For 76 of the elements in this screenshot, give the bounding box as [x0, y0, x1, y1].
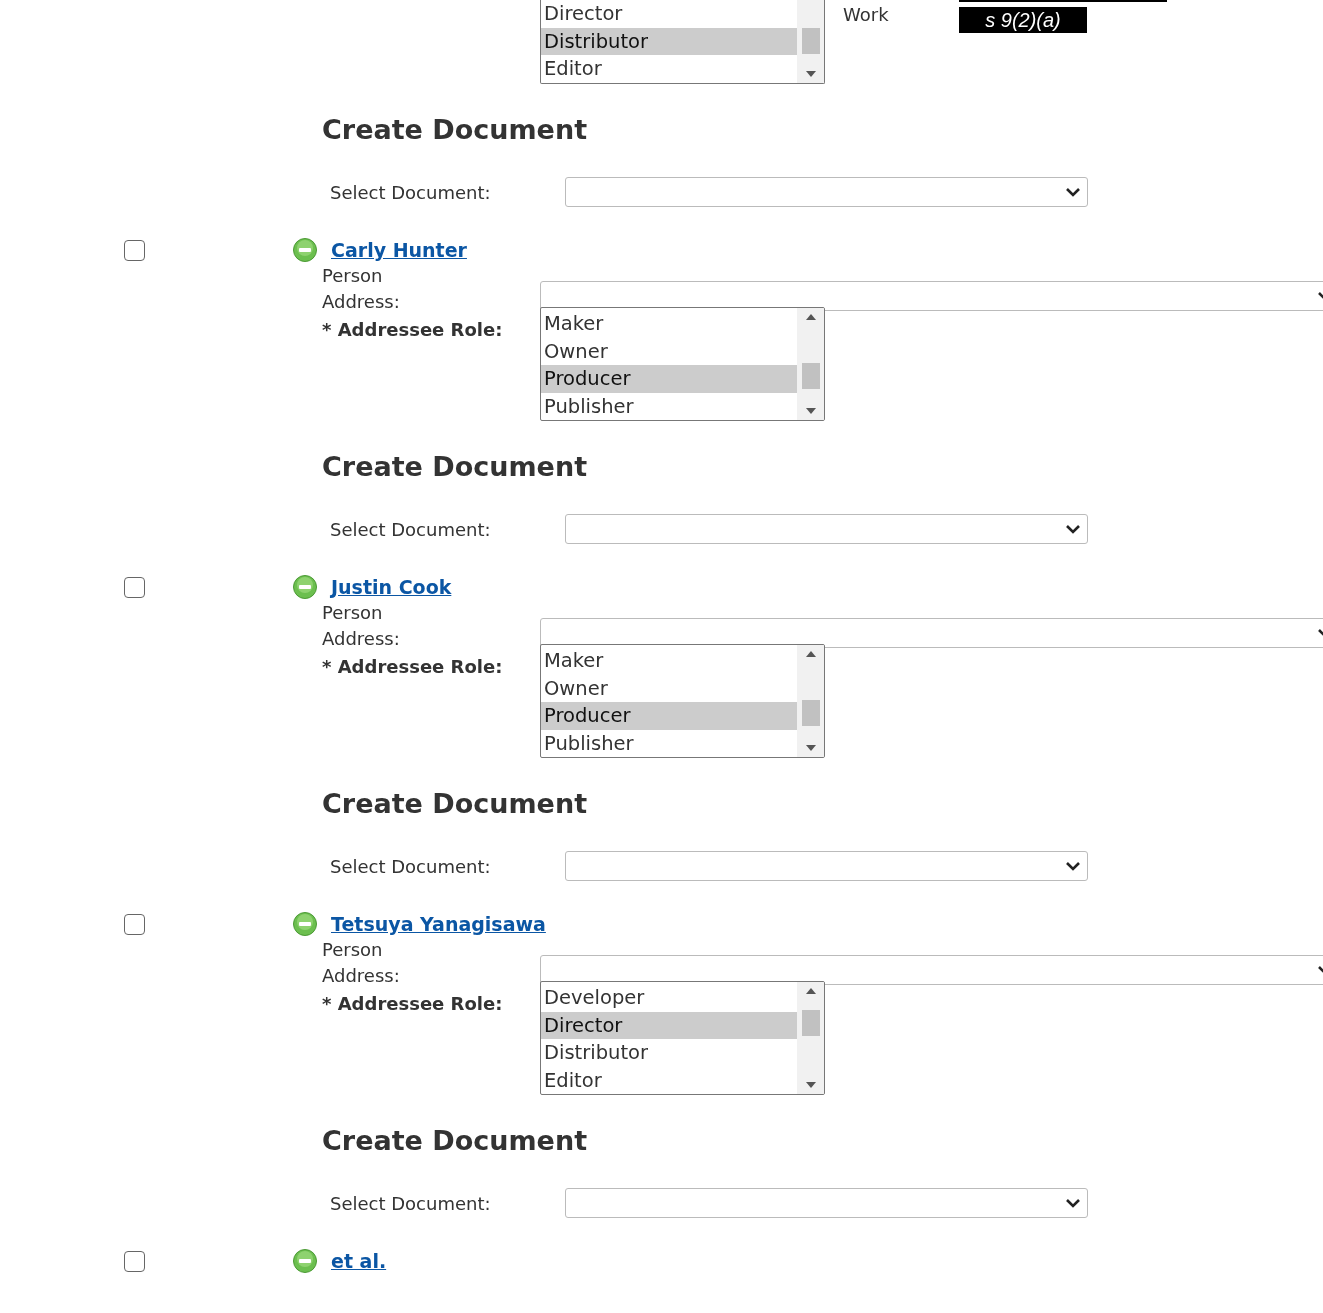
section-heading: Create Document — [322, 113, 589, 147]
checkbox[interactable] — [124, 1250, 145, 1272]
field-label: * Addressee Role: — [322, 992, 504, 1016]
role-listbox[interactable]: Developer Director Distributor Editor — [540, 981, 825, 1095]
scrollbar[interactable] — [797, 0, 824, 83]
scroll-down-icon — [804, 69, 817, 78]
scrollbar-thumb[interactable] — [802, 27, 820, 54]
scrollbar-thumb[interactable] — [802, 1009, 820, 1036]
dropdown-field[interactable] — [540, 955, 1323, 985]
addressee-link[interactable]: Tetsuya Yanagisawa — [331, 913, 546, 935]
scrollbar-thumb[interactable] — [802, 700, 820, 726]
chevron-down-icon — [1065, 186, 1081, 198]
chevron-down-icon — [1065, 860, 1081, 872]
addressee-link[interactable]: et al. — [331, 1250, 387, 1272]
dropdown-field[interactable] — [540, 618, 1323, 648]
section-heading: Create Document — [322, 787, 589, 821]
field-label: Select Document: — [330, 855, 492, 877]
field-label: * Addressee Role: — [322, 655, 504, 679]
addressee-link[interactable]: Carly Hunter — [331, 239, 467, 261]
addressee-type: Person — [322, 602, 383, 623]
scroll-down-icon — [804, 744, 817, 752]
listbox-option[interactable]: Owner — [541, 337, 797, 365]
listbox-option[interactable]: Maker — [541, 647, 797, 675]
remove-icon[interactable] — [293, 912, 317, 936]
scroll-up-icon — [804, 650, 817, 658]
listbox-option[interactable]: Distributor — [541, 27, 797, 55]
role-listbox[interactable]: Director Distributor Editor — [540, 0, 825, 84]
remove-icon[interactable] — [293, 238, 317, 262]
chevron-down-icon — [1065, 1197, 1081, 1209]
remove-icon[interactable] — [293, 1249, 317, 1273]
listbox-option[interactable]: Distributor — [541, 1039, 797, 1067]
scroll-down-icon — [804, 1081, 817, 1089]
role-listbox[interactable]: Maker Owner Producer Publisher — [540, 644, 825, 758]
listbox-option[interactable]: Publisher — [541, 729, 797, 757]
scrollbar[interactable] — [797, 982, 824, 1094]
listbox-option[interactable]: Director — [541, 1011, 797, 1039]
checkbox[interactable] — [124, 576, 145, 598]
addressee-link[interactable]: Justin Cook — [331, 576, 452, 598]
listbox-option[interactable]: Publisher — [541, 392, 797, 420]
checkbox[interactable] — [124, 913, 145, 935]
dropdown-field[interactable] — [565, 851, 1088, 881]
scroll-down-icon — [804, 407, 817, 415]
listbox-option[interactable]: Director — [541, 0, 797, 28]
listbox-option[interactable]: Developer — [541, 984, 797, 1012]
listbox-option[interactable]: Producer — [541, 702, 797, 730]
scrollbar[interactable] — [797, 645, 824, 757]
checkbox[interactable] — [124, 239, 145, 261]
role-listbox[interactable]: Maker Owner Producer Publisher — [540, 307, 825, 421]
dropdown-field[interactable] — [565, 514, 1088, 544]
listbox-option[interactable]: Producer — [541, 365, 797, 393]
dropdown-field[interactable] — [565, 1188, 1088, 1218]
field-label: Select Document: — [330, 518, 492, 540]
redaction-label: s 9(2)(a) — [959, 7, 1087, 33]
field-label: * Addressee Role: — [322, 318, 504, 342]
scrollbar-thumb[interactable] — [802, 363, 820, 389]
field-label: Address: — [322, 290, 401, 314]
field-label: Work — [843, 4, 890, 27]
field-label: Address: — [322, 627, 401, 651]
field-label: Address: — [322, 964, 401, 988]
field-label: Select Document: — [330, 181, 492, 203]
listbox-option[interactable]: Editor — [541, 1066, 797, 1094]
scroll-up-icon — [804, 313, 817, 321]
remove-icon[interactable] — [293, 575, 317, 599]
field-label: Select Document: — [330, 1192, 492, 1214]
dropdown-field[interactable] — [540, 281, 1323, 311]
dropdown-field[interactable] — [565, 177, 1088, 207]
section-heading: Create Document — [322, 1124, 589, 1158]
section-heading: Create Document — [322, 450, 589, 484]
addressee-type: Person — [322, 939, 383, 960]
chevron-down-icon — [1065, 523, 1081, 535]
listbox-option[interactable]: Maker — [541, 310, 797, 338]
addressee-type: Person — [322, 265, 383, 286]
listbox-option[interactable]: Owner — [541, 674, 797, 702]
scroll-up-icon — [804, 987, 817, 995]
listbox-option[interactable]: Editor — [541, 55, 797, 83]
scrollbar[interactable] — [797, 308, 824, 420]
